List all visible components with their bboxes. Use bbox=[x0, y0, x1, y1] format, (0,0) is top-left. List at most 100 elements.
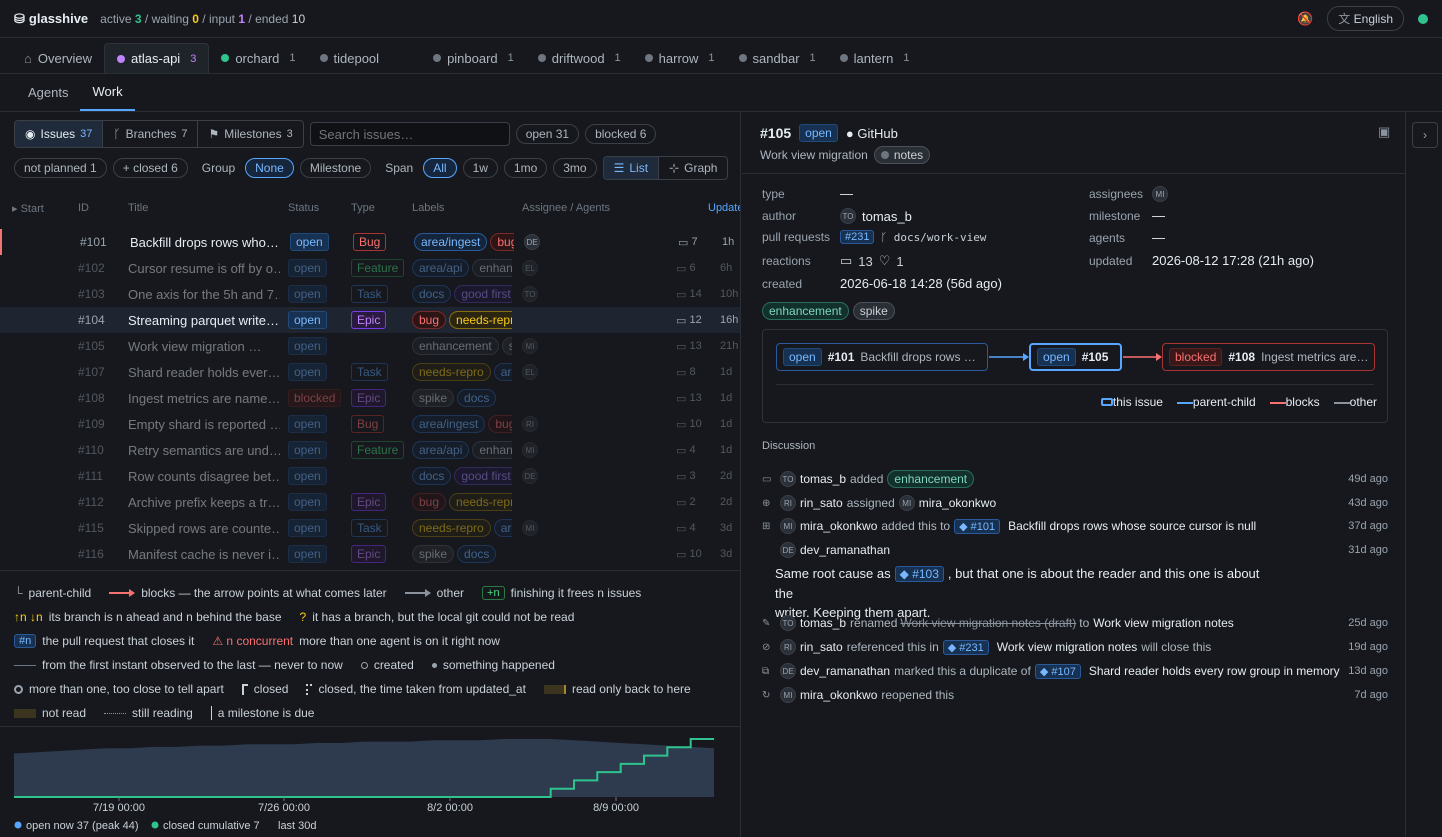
label-chip[interactable]: needs-repro bbox=[449, 493, 512, 511]
table-row[interactable]: #111 Row counts disagree bet… open docs good… bbox=[0, 463, 740, 489]
assignee-avatar[interactable]: MI bbox=[1152, 186, 1168, 202]
avatar[interactable]: TO bbox=[522, 286, 538, 302]
label-chip[interactable]: area bbox=[493, 363, 512, 381]
pr-branch[interactable]: ᚴ docs/work-view bbox=[880, 231, 986, 244]
avatar[interactable]: DE bbox=[522, 468, 538, 484]
project-tab-orchard[interactable]: orchard 1 bbox=[209, 43, 307, 73]
project-tab-overview[interactable]: ⌂ Overview bbox=[12, 43, 104, 73]
col-labels[interactable]: Labels bbox=[412, 202, 444, 214]
label-chip[interactable]: bug bbox=[488, 415, 512, 433]
pr-link[interactable]: #231 bbox=[840, 230, 875, 244]
label-chip[interactable]: good first bbox=[454, 285, 512, 303]
label-chip[interactable]: area/api bbox=[412, 441, 470, 459]
milestone-chip[interactable]: notes bbox=[873, 146, 931, 164]
label-chip[interactable]: area/ingest bbox=[414, 233, 488, 251]
filter-open[interactable]: open 31 bbox=[515, 124, 580, 144]
project-tab-harrow[interactable]: harrow 1 bbox=[633, 43, 727, 73]
table-row[interactable]: #110 Retry semantics are und… open Feature a… bbox=[0, 437, 740, 463]
col-id[interactable]: ID bbox=[78, 202, 89, 214]
group-milestone[interactable]: Milestone bbox=[299, 158, 372, 178]
label-chip[interactable]: needs-repro bbox=[412, 519, 491, 537]
graph-view-button[interactable]: ⊹ Graph bbox=[659, 157, 727, 179]
avatar[interactable]: EL bbox=[522, 260, 538, 276]
label-chip[interactable]: area/api bbox=[412, 259, 470, 277]
label-chip[interactable]: docs bbox=[412, 467, 452, 485]
label-chip[interactable]: bug bbox=[490, 233, 514, 251]
avatar[interactable]: RI bbox=[522, 416, 538, 432]
span-3mo[interactable]: 3mo bbox=[553, 158, 597, 178]
table-row[interactable]: #102 Cursor resume is off by o… open Featur… bbox=[0, 255, 740, 281]
event-ref[interactable]: ◆ #107 bbox=[1034, 663, 1081, 679]
event-ref[interactable]: ◆ #231 bbox=[942, 639, 989, 655]
project-tab-pinboard[interactable]: pinboard 1 bbox=[421, 43, 526, 73]
col-start[interactable]: ▸ Start bbox=[12, 202, 44, 215]
avatar[interactable]: MI bbox=[522, 338, 538, 354]
project-tab-sandbar[interactable]: sandbar 1 bbox=[727, 43, 828, 73]
label-chip[interactable]: spike bbox=[412, 389, 455, 407]
tab-agents[interactable]: Agents bbox=[16, 74, 80, 111]
label-chip[interactable]: needs-repro bbox=[412, 363, 491, 381]
label-chip[interactable]: bug bbox=[412, 311, 447, 329]
span-1mo[interactable]: 1mo bbox=[503, 158, 548, 178]
event-target[interactable]: mira_okonkwo bbox=[919, 496, 996, 510]
list-view-button[interactable]: ☰ List bbox=[603, 157, 660, 179]
label-chip[interactable]: area bbox=[493, 519, 512, 537]
avatar[interactable]: DE bbox=[524, 234, 540, 250]
label-chip[interactable]: enhancement bbox=[412, 337, 499, 355]
table-row[interactable]: #109 Empty shard is reported … open Bug area… bbox=[0, 411, 740, 437]
span-1w[interactable]: 1w bbox=[462, 158, 498, 178]
event-author[interactable]: rin_sato bbox=[800, 640, 843, 654]
issues-tab[interactable]: ◉ Issues 37 bbox=[15, 121, 104, 147]
project-tab-atlas-api[interactable]: atlas-api 3 bbox=[104, 43, 210, 73]
filter-not-planned[interactable]: not planned 1 bbox=[14, 158, 107, 178]
col-type[interactable]: Type bbox=[351, 202, 375, 214]
span-all[interactable]: All bbox=[423, 158, 457, 178]
tab-work[interactable]: Work bbox=[80, 74, 135, 111]
tag-spike[interactable]: spike bbox=[852, 302, 895, 320]
expand-sidebar-button[interactable]: › bbox=[1412, 122, 1438, 148]
col-updated[interactable]: Updated bbox=[708, 202, 740, 214]
col-assignee[interactable]: Assignee / Agents bbox=[522, 202, 610, 214]
table-row[interactable]: #107 Shard reader holds ever… open Task need… bbox=[0, 359, 740, 385]
label-chip[interactable]: spike bbox=[412, 545, 455, 563]
search-input[interactable] bbox=[309, 122, 510, 146]
label-chip[interactable]: docs bbox=[457, 389, 497, 407]
event-tag[interactable]: enhancement bbox=[887, 470, 975, 488]
table-row[interactable]: #112 Archive prefix keeps a tr… open Epic bu… bbox=[0, 489, 740, 515]
label-chip[interactable]: enhancement bbox=[472, 259, 512, 277]
event-author[interactable]: dev_ramanathan bbox=[800, 664, 890, 678]
label-chip[interactable]: spike bbox=[501, 337, 512, 355]
project-tab-tidepool[interactable]: tidepool bbox=[308, 43, 392, 73]
milestones-tab[interactable]: ⚑ Milestones 3 bbox=[198, 121, 302, 147]
table-row[interactable]: #105 Work view migration … open enhancement… bbox=[0, 333, 740, 359]
project-tab-driftwood[interactable]: driftwood 1 bbox=[526, 43, 633, 73]
table-row[interactable]: #104 Streaming parquet write… open Epic bug n… bbox=[0, 307, 740, 333]
filter-closed[interactable]: + closed 6 bbox=[112, 158, 188, 178]
group-none[interactable]: None bbox=[245, 158, 294, 178]
table-row[interactable]: #103 One axis for the 5h and 7… open Task do… bbox=[0, 281, 740, 307]
event-author[interactable]: mira_okonkwo bbox=[800, 519, 877, 533]
event-author[interactable]: tomas_b bbox=[800, 616, 846, 630]
label-chip[interactable]: good first bbox=[454, 467, 512, 485]
table-row[interactable]: #108 Ingest metrics are name… blocked Epic s… bbox=[0, 385, 740, 411]
table-row[interactable]: #115 Skipped rows are counte… open Task need… bbox=[0, 515, 740, 541]
event-ref[interactable]: ◆ #101 bbox=[954, 518, 1001, 534]
filter-blocked[interactable]: blocked 6 bbox=[585, 124, 657, 144]
event-author[interactable]: mira_okonkwo bbox=[800, 688, 877, 702]
table-row[interactable]: #116 Manifest cache is never i… open Epic sp… bbox=[0, 541, 740, 567]
tag-enhancement[interactable]: enhancement bbox=[762, 302, 849, 320]
col-status[interactable]: Status bbox=[288, 202, 319, 214]
table-row[interactable]: #101 Backfill drops rows who… open Bug area/… bbox=[0, 229, 740, 255]
branches-tab[interactable]: ᚴ Branches 7 bbox=[103, 121, 199, 147]
label-chip[interactable]: enhancement bbox=[472, 441, 512, 459]
brand-logo[interactable]: ⛁ glasshive bbox=[14, 11, 88, 27]
avatar[interactable]: MI bbox=[522, 442, 538, 458]
event-author[interactable]: tomas_b bbox=[800, 472, 846, 486]
language-button[interactable]: 文 English bbox=[1327, 6, 1404, 31]
label-chip[interactable]: bug bbox=[412, 493, 447, 511]
avatar[interactable]: MI bbox=[522, 520, 538, 536]
label-chip[interactable]: docs bbox=[412, 285, 452, 303]
event-author[interactable]: dev_ramanathan bbox=[800, 543, 890, 557]
author-value[interactable]: tomas_b bbox=[862, 209, 912, 224]
avatar[interactable]: EL bbox=[522, 364, 538, 380]
